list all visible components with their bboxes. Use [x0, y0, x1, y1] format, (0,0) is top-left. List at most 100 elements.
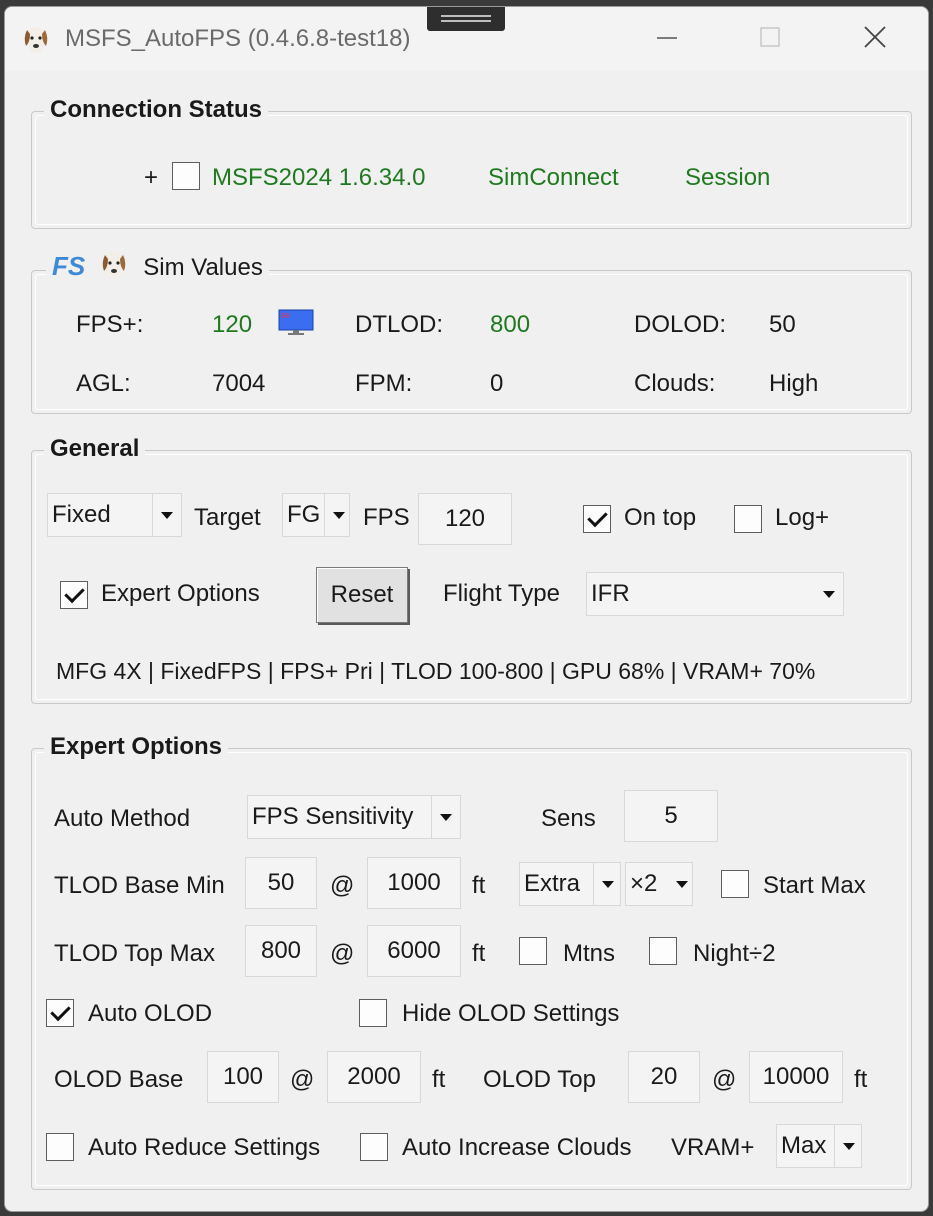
tlod-base-input[interactable]: 50	[245, 857, 317, 909]
sens-input[interactable]: 5	[624, 790, 718, 842]
tlod-base-label: TLOD Base Min	[54, 872, 225, 899]
mtns-checkbox[interactable]	[519, 937, 547, 965]
vram-label: VRAM+	[671, 1134, 755, 1161]
expert-options-label: Expert Options	[101, 580, 260, 607]
session-status: Session	[685, 164, 771, 191]
dtlod-value: 800	[490, 311, 531, 338]
agl-label: AGL:	[76, 370, 131, 397]
at-symbol: @	[330, 940, 355, 967]
sim-values-group: FS Sim Values FPS+: 120 60 DTLOD: 800 DO…	[31, 249, 912, 414]
sim-values-legend: FS Sim Values	[46, 249, 269, 282]
sens-label: Sens	[541, 805, 596, 832]
status-summary: MFG 4X | FixedFPS | FPS+ Pri | TLOD 100-…	[56, 658, 816, 684]
chevron-down-icon	[668, 863, 692, 905]
auto-olod-label: Auto OLOD	[88, 1000, 213, 1027]
ft-unit: ft	[472, 872, 486, 899]
target-dropdown[interactable]: FG	[282, 493, 350, 537]
minimize-icon	[657, 37, 677, 39]
ft-unit: ft	[432, 1066, 446, 1093]
multiplier-dropdown[interactable]: ×2	[625, 862, 693, 906]
mode-value: Fixed	[52, 501, 111, 528]
log-label: Log+	[775, 504, 830, 531]
tlod-top-label: TLOD Top Max	[54, 940, 215, 967]
at-symbol: @	[330, 872, 355, 899]
dolod-label: DOLOD:	[634, 311, 727, 338]
close-button[interactable]	[850, 17, 900, 57]
start-max-checkbox[interactable]	[721, 870, 749, 898]
general-group: General Fixed Target FG FPS 120 On top L…	[31, 435, 912, 704]
hide-olod-checkbox[interactable]	[359, 999, 387, 1027]
fps-label: FPS+:	[76, 311, 144, 338]
fpm-label: FPM:	[355, 370, 413, 397]
connection-status-group: Connection Status + MSFS2024 1.6.34.0 Si…	[31, 96, 912, 229]
sim-values-title: Sim Values	[143, 254, 263, 281]
on-top-checkbox[interactable]	[583, 505, 611, 533]
title-bar[interactable]: MSFS_AutoFPS (0.4.6.8-test18)	[5, 7, 928, 71]
clouds-value: High	[769, 370, 819, 397]
expert-options-checkbox[interactable]	[60, 581, 88, 609]
auto-reduce-checkbox[interactable]	[46, 1133, 74, 1161]
maximize-button[interactable]	[746, 17, 796, 57]
vram-value: Max	[781, 1132, 827, 1159]
fs-logo-icon: FS	[52, 251, 86, 281]
olod-base-label: OLOD Base	[54, 1066, 184, 1093]
dtlod-label: DTLOD:	[355, 311, 444, 338]
hide-olod-label: Hide OLOD Settings	[402, 1000, 620, 1027]
auto-method-dropdown[interactable]: FPS Sensitivity	[247, 795, 461, 839]
extra-value: Extra	[524, 870, 581, 897]
agl-value: 7004	[212, 370, 266, 397]
chevron-down-icon	[152, 494, 181, 536]
olod-top-alt-input[interactable]: 10000	[749, 1051, 843, 1103]
chevron-down-icon	[431, 796, 460, 838]
night-checkbox[interactable]	[649, 937, 677, 965]
snap-grip-handle[interactable]	[427, 7, 505, 31]
monitor-badge: 60	[281, 312, 289, 320]
maximize-icon	[760, 27, 780, 47]
target-value: FG	[287, 501, 321, 528]
connection-status-legend: Connection Status	[44, 96, 269, 124]
connection-checkbox[interactable]	[172, 162, 200, 190]
simconnect-status: SimConnect	[488, 164, 619, 191]
fps-value: 120	[212, 311, 253, 338]
flight-type-label: Flight Type	[443, 580, 560, 607]
tlod-top-alt-input[interactable]: 6000	[367, 925, 461, 977]
dog-app-icon	[24, 27, 48, 53]
close-icon	[864, 26, 886, 48]
reset-button[interactable]: Reset	[316, 567, 408, 623]
at-symbol: @	[290, 1066, 315, 1093]
clouds-label: Clouds:	[634, 370, 716, 397]
olod-top-label: OLOD Top	[483, 1066, 596, 1093]
olod-top-input[interactable]: 20	[628, 1051, 700, 1103]
ft-unit: ft	[472, 940, 486, 967]
at-symbol: @	[712, 1066, 737, 1093]
chevron-down-icon	[834, 1125, 861, 1167]
auto-method-value: FPS Sensitivity	[252, 803, 414, 830]
auto-method-label: Auto Method	[54, 805, 191, 832]
night-label: Night÷2	[693, 940, 776, 967]
flight-type-dropdown[interactable]: IFR	[586, 572, 844, 616]
tlod-top-input[interactable]: 800	[245, 925, 317, 977]
minimize-button[interactable]	[643, 17, 693, 57]
olod-base-input[interactable]: 100	[207, 1051, 279, 1103]
mode-dropdown[interactable]: Fixed	[47, 493, 182, 537]
extra-dropdown[interactable]: Extra	[519, 862, 621, 906]
log-checkbox[interactable]	[734, 505, 762, 533]
auto-increase-clouds-label: Auto Increase Clouds	[402, 1134, 632, 1161]
monitor-icon: 60	[278, 309, 314, 335]
general-legend: General	[44, 435, 146, 463]
fpm-value: 0	[490, 370, 504, 397]
vram-dropdown[interactable]: Max	[776, 1124, 862, 1168]
tlod-base-alt-input[interactable]: 1000	[367, 857, 461, 909]
fps-target-label: FPS	[363, 504, 410, 531]
fps-target-input[interactable]: 120	[418, 493, 512, 545]
sim-version-status: MSFS2024 1.6.34.0	[212, 164, 426, 191]
auto-increase-clouds-checkbox[interactable]	[360, 1133, 388, 1161]
multiplier-value: ×2	[630, 870, 658, 897]
expand-toggle[interactable]: +	[144, 164, 158, 192]
olod-base-alt-input[interactable]: 2000	[327, 1051, 421, 1103]
chevron-down-icon	[815, 573, 843, 615]
target-label: Target	[194, 504, 261, 531]
chevron-down-icon	[324, 494, 349, 536]
auto-olod-checkbox[interactable]	[46, 999, 74, 1027]
on-top-label: On top	[624, 504, 697, 531]
